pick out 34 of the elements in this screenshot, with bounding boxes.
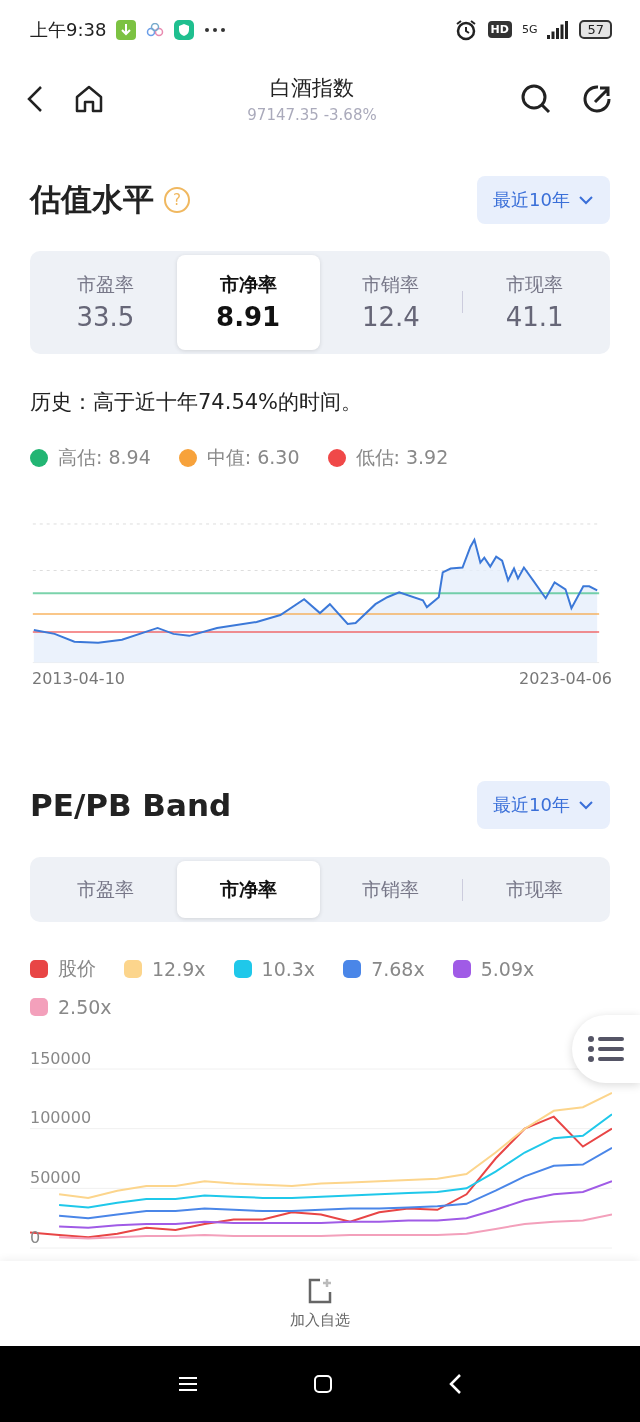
index-quote: 97147.35 -3.68% <box>247 106 377 124</box>
section-title: 估值水平 <box>30 180 154 220</box>
legend-label: 股价 <box>58 956 96 982</box>
legend-label: 中值: 6.30 <box>206 445 300 471</box>
legend-label: 12.9x <box>152 958 206 981</box>
axis-label: 100000 <box>30 1108 92 1128</box>
legend-label: 10.3x <box>261 958 316 981</box>
period-dropdown[interactable]: 最近10年 <box>477 176 610 225</box>
axis-label: 50000 <box>30 1167 81 1187</box>
legend-label: 2.50x <box>58 996 112 1019</box>
add-to-watchlist-button[interactable]: 加入自选 <box>284 1275 356 1331</box>
metric-tab[interactable]: 市销率 12.4 <box>319 254 463 350</box>
legend-label: 5.09x <box>480 958 535 981</box>
end-date: 2023-04-06 <box>519 669 612 689</box>
hd-indicator: HD <box>487 21 512 39</box>
section-title: PE/PB Band <box>30 787 232 824</box>
page-title: 白酒指数 <box>270 75 354 102</box>
metric-tab[interactable]: 市净率 8.91 <box>176 254 320 350</box>
legend-label: 7.68x <box>371 958 425 981</box>
band-tab[interactable]: 市盈率 <box>34 861 177 919</box>
band-tab[interactable]: 市现率 <box>463 861 606 919</box>
axis-label: 150000 <box>30 1048 92 1068</box>
battery-level: 57 <box>579 20 612 40</box>
network-label: 5G <box>521 23 538 37</box>
status-time: 上午9:38 <box>30 17 107 42</box>
start-date: 2013-04-10 <box>32 669 125 689</box>
band-tab[interactable]: 市净率 <box>176 861 320 919</box>
band-tab[interactable]: 市销率 <box>319 861 463 919</box>
period-dropdown[interactable]: 最近10年 <box>477 781 610 830</box>
legend-label: 高估: 8.94 <box>58 445 151 471</box>
metric-tab[interactable]: 市盈率 33.5 <box>34 254 177 350</box>
metric-tab[interactable]: 市现率 41.1 <box>463 254 606 350</box>
legend-label: 低估: 3.92 <box>355 445 449 471</box>
history-text: 历史：高于近十年74.54%的时间。 <box>29 388 364 416</box>
